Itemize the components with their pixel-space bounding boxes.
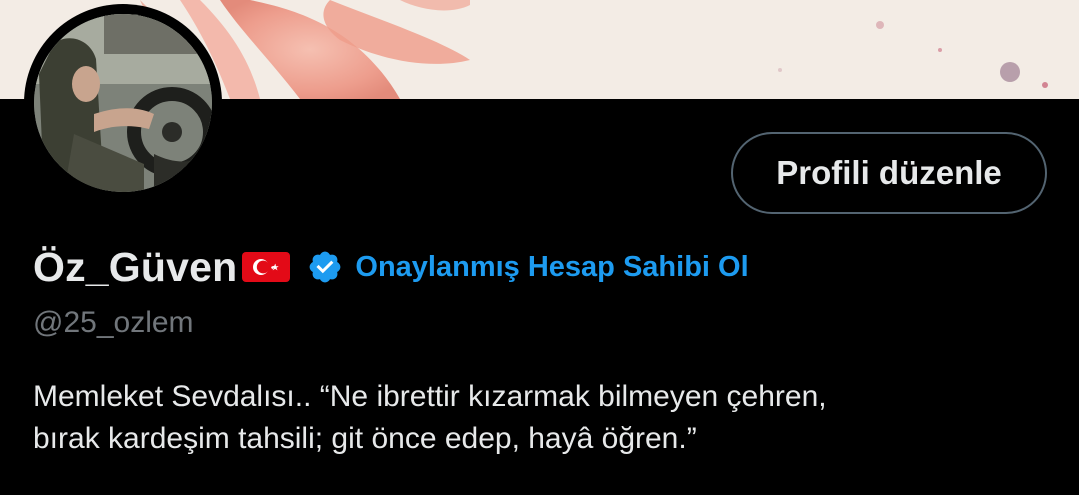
get-verified-link[interactable]: Onaylanmış Hesap Sahibi Ol — [355, 251, 748, 284]
profile-avatar[interactable] — [24, 4, 222, 202]
display-name: Öz_Güven — [33, 243, 238, 290]
turkey-flag-icon — [241, 250, 291, 284]
verified-badge-icon[interactable] — [307, 249, 343, 285]
profile-bio: Memleket Sevdalısı.. “Ne ibrettir kızarm… — [33, 376, 1043, 460]
profile-handle: @25_ozlem — [33, 306, 194, 339]
avatar-photo — [34, 14, 212, 192]
bio-line: Memleket Sevdalısı.. “Ne ibrettir kızarm… — [33, 380, 827, 413]
edit-profile-button[interactable]: Profili düzenle — [731, 132, 1047, 214]
bio-line: bırak kardeşim tahsili; git önce edep, h… — [33, 422, 697, 455]
profile-name-row: Öz_Güven Onaylanmış Hesap Sahibi Ol — [33, 240, 749, 294]
